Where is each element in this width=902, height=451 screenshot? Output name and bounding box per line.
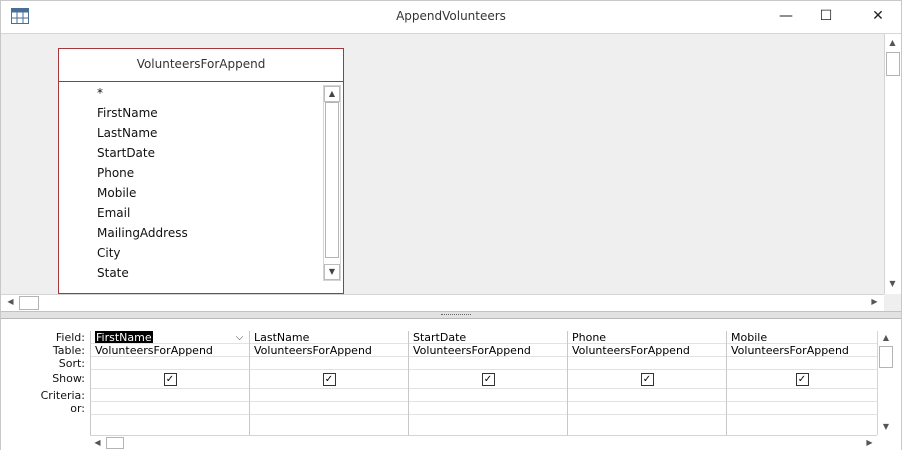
checkmark-icon: ✓ bbox=[642, 373, 652, 385]
criteria-cell[interactable] bbox=[250, 389, 408, 402]
field-list[interactable]: VolunteersForAppend * FirstName LastName… bbox=[58, 48, 344, 294]
show-cell: ✓ bbox=[250, 370, 408, 389]
grid-column: Phone VolunteersForAppend ✓ bbox=[568, 331, 727, 435]
checkmark-icon: ✓ bbox=[797, 373, 807, 385]
criteria-cell[interactable] bbox=[409, 389, 567, 402]
show-cell: ✓ bbox=[568, 370, 726, 389]
design-grid-horizontal-scrollbar[interactable]: ◀ ▶ bbox=[90, 435, 877, 450]
table-cell[interactable]: VolunteersForAppend bbox=[409, 344, 567, 357]
close-button[interactable]: ✕ bbox=[855, 1, 901, 34]
field-list-title[interactable]: VolunteersForAppend bbox=[59, 49, 343, 82]
chevron-down-icon[interactable]: ⌵ bbox=[232, 331, 247, 343]
scroll-left-icon[interactable]: ◀ bbox=[90, 436, 105, 450]
scroll-thumb[interactable] bbox=[879, 346, 893, 368]
field-list-item[interactable]: FirstName bbox=[59, 103, 323, 123]
scroll-right-icon[interactable]: ▶ bbox=[867, 295, 882, 310]
field-list-item[interactable]: LastName bbox=[59, 123, 323, 143]
scroll-up-icon[interactable]: ▲ bbox=[324, 86, 340, 102]
field-cell[interactable]: FirstName ⌵ bbox=[91, 331, 249, 344]
table-cell[interactable]: VolunteersForAppend bbox=[727, 344, 877, 357]
show-checkbox[interactable]: ✓ bbox=[640, 372, 654, 386]
table-cell[interactable]: VolunteersForAppend bbox=[250, 344, 408, 357]
title-bar: AppendVolunteers — ☐ ✕ bbox=[1, 1, 901, 34]
sort-cell[interactable] bbox=[91, 357, 249, 370]
design-grid-pane: Field: Table: Sort: Show: Criteria: or: … bbox=[1, 319, 901, 451]
row-label-sort: Sort: bbox=[58, 357, 85, 370]
scroll-left-icon[interactable]: ◀ bbox=[3, 295, 18, 310]
sort-cell[interactable] bbox=[250, 357, 408, 370]
field-list-item[interactable]: MailingAddress bbox=[59, 223, 323, 243]
row-label-criteria: Criteria: bbox=[40, 389, 85, 402]
query-design-window: AppendVolunteers — ☐ ✕ VolunteersForAppe… bbox=[0, 0, 902, 451]
or-cell[interactable] bbox=[250, 402, 408, 415]
checkmark-icon: ✓ bbox=[324, 373, 334, 385]
scroll-up-icon[interactable]: ▲ bbox=[885, 36, 900, 51]
design-grid-vertical-scrollbar[interactable]: ▲ ▼ bbox=[877, 331, 894, 435]
table-pane-horizontal-scrollbar[interactable]: ◀ ▶ bbox=[1, 294, 884, 311]
show-checkbox[interactable]: ✓ bbox=[481, 372, 495, 386]
field-list-item[interactable]: * bbox=[59, 83, 323, 103]
show-checkbox[interactable]: ✓ bbox=[795, 372, 809, 386]
maximize-button[interactable]: ☐ bbox=[803, 1, 849, 34]
field-value: FirstName bbox=[95, 331, 153, 344]
sort-cell[interactable] bbox=[568, 357, 726, 370]
field-cell[interactable]: StartDate bbox=[409, 331, 567, 344]
row-label-show: Show: bbox=[52, 372, 85, 385]
checkmark-icon: ✓ bbox=[165, 373, 175, 385]
scroll-down-icon[interactable]: ▼ bbox=[878, 420, 894, 435]
row-label-or: or: bbox=[70, 402, 85, 415]
scroll-thumb[interactable] bbox=[19, 296, 39, 310]
maximize-icon: ☐ bbox=[819, 8, 833, 24]
row-label-field: Field: bbox=[55, 331, 85, 344]
table-cell[interactable]: VolunteersForAppend bbox=[568, 344, 726, 357]
grid-column: LastName VolunteersForAppend ✓ bbox=[250, 331, 409, 435]
sort-cell[interactable] bbox=[409, 357, 567, 370]
sort-cell[interactable] bbox=[727, 357, 877, 370]
field-list-item[interactable]: State bbox=[59, 263, 323, 283]
criteria-cell[interactable] bbox=[727, 389, 877, 402]
grid-column: FirstName ⌵ VolunteersForAppend ✓ bbox=[91, 331, 250, 435]
show-cell: ✓ bbox=[91, 370, 249, 389]
table-pane[interactable]: VolunteersForAppend * FirstName LastName… bbox=[1, 34, 901, 312]
field-cell[interactable]: Phone bbox=[568, 331, 726, 344]
scroll-thumb[interactable] bbox=[325, 102, 339, 258]
scroll-down-icon[interactable]: ▼ bbox=[885, 277, 900, 292]
scroll-thumb[interactable] bbox=[106, 437, 124, 449]
scroll-down-icon[interactable]: ▼ bbox=[324, 264, 340, 280]
or-cell[interactable] bbox=[727, 402, 877, 415]
scroll-thumb[interactable] bbox=[886, 52, 900, 76]
show-checkbox[interactable]: ✓ bbox=[163, 372, 177, 386]
field-cell[interactable]: Mobile bbox=[727, 331, 877, 344]
show-cell: ✓ bbox=[409, 370, 567, 389]
table-pane-vertical-scrollbar[interactable]: ▲ ▼ bbox=[884, 34, 901, 294]
field-cell[interactable]: LastName bbox=[250, 331, 408, 344]
checkmark-icon: ✓ bbox=[483, 373, 493, 385]
close-icon: ✕ bbox=[872, 8, 884, 24]
field-list-scrollbar[interactable]: ▲ ▼ bbox=[323, 85, 341, 281]
pane-splitter[interactable] bbox=[1, 312, 901, 319]
criteria-cell[interactable] bbox=[91, 389, 249, 402]
row-label-table: Table: bbox=[52, 344, 85, 357]
field-list-item[interactable]: Phone bbox=[59, 163, 323, 183]
criteria-cell[interactable] bbox=[568, 389, 726, 402]
splitter-grip-icon[interactable] bbox=[441, 314, 471, 316]
scroll-right-icon[interactable]: ▶ bbox=[862, 436, 877, 450]
or-cell[interactable] bbox=[409, 402, 567, 415]
field-list-item[interactable]: StartDate bbox=[59, 143, 323, 163]
field-list-item[interactable]: Email bbox=[59, 203, 323, 223]
field-list-items: * FirstName LastName StartDate Phone Mob… bbox=[59, 83, 323, 293]
grid-column: StartDate VolunteersForAppend ✓ bbox=[409, 331, 568, 435]
scroll-up-icon[interactable]: ▲ bbox=[878, 331, 894, 346]
grid-column: Mobile VolunteersForAppend ✓ bbox=[727, 331, 878, 435]
grid-row-labels: Field: Table: Sort: Show: Criteria: or: bbox=[1, 331, 87, 415]
design-grid: FirstName ⌵ VolunteersForAppend ✓ LastNa… bbox=[90, 331, 878, 435]
show-checkbox[interactable]: ✓ bbox=[322, 372, 336, 386]
field-list-item[interactable]: City bbox=[59, 243, 323, 263]
or-cell[interactable] bbox=[568, 402, 726, 415]
or-cell[interactable] bbox=[91, 402, 249, 415]
field-list-item[interactable]: Mobile bbox=[59, 183, 323, 203]
table-cell[interactable]: VolunteersForAppend bbox=[91, 344, 249, 357]
show-cell: ✓ bbox=[727, 370, 877, 389]
